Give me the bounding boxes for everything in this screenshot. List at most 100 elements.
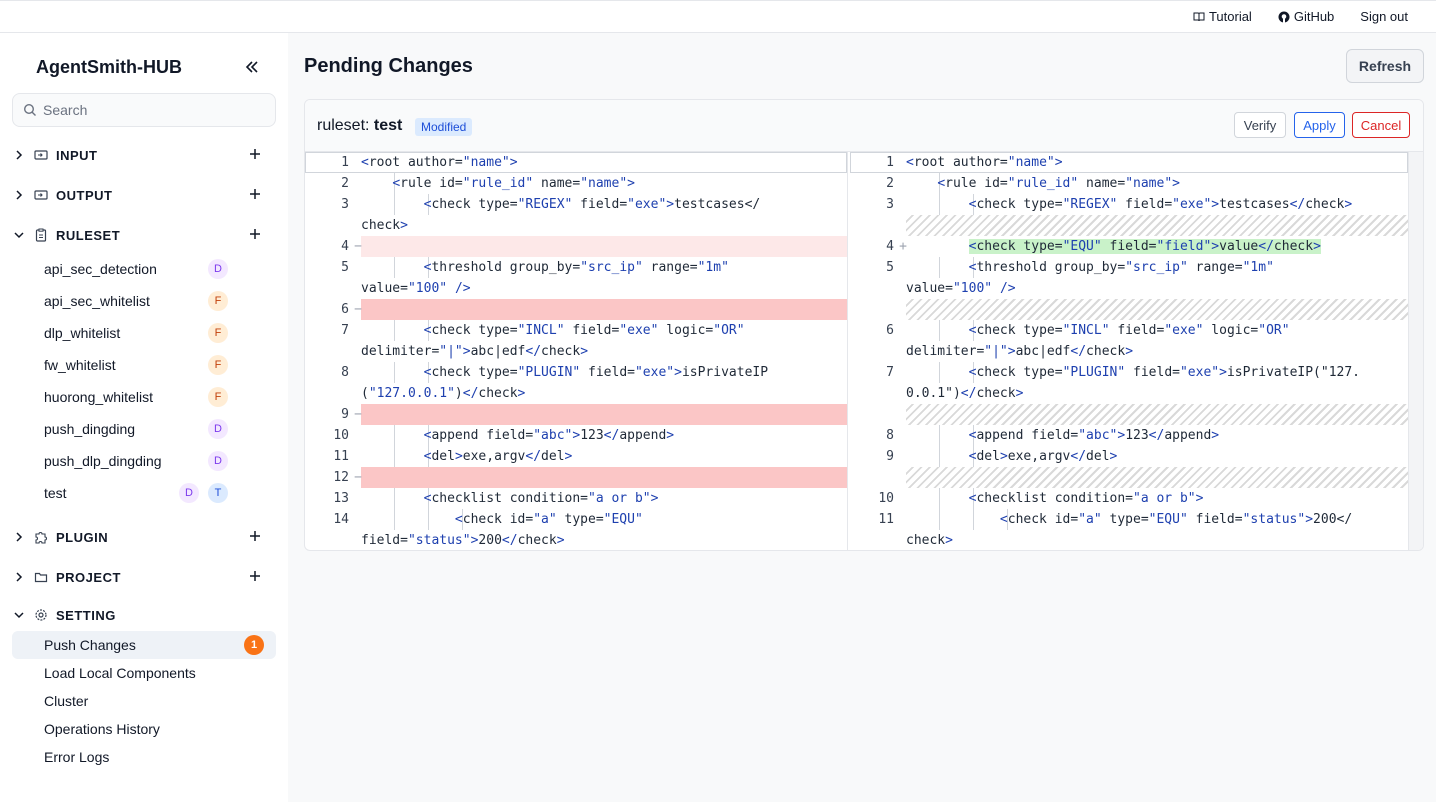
diff-modified-pane[interactable]: 1 <root author="name"> 2 <rule id="rule_id… [850,152,1408,550]
ruleset-item[interactable]: dlp_whitelist F [12,319,276,347]
add-plugin-icon[interactable] [248,529,262,543]
current-line-highlight [305,152,847,173]
section-project-title: PROJECT [56,569,121,585]
input-icon [34,150,48,160]
code-line: <check type="PLUGIN" field="exe">isPriva… [968,365,1361,380]
status-badge: T [208,483,228,503]
ruleset-item-label: dlp_whitelist [44,325,121,341]
setting-item-push-changes[interactable]: Push Changes 1 [12,631,276,659]
code-line: <rule id="rule_id" name="name"> [937,176,1180,191]
ruleset-item[interactable]: fw_whitelist F [12,351,276,379]
section-output[interactable]: OUTPUT [12,181,276,209]
add-input-icon[interactable] [248,147,262,161]
ruleset-item-label: fw_whitelist [44,357,116,373]
search-box[interactable] [12,93,276,127]
section-output-title: OUTPUT [56,187,113,203]
chevron-down-icon [14,232,24,239]
chevron-down-icon [14,612,24,619]
code-line: check> [361,218,408,233]
code-line: <check type="EQU" field="field">value</c… [906,236,1321,257]
section-setting[interactable]: SETTING [12,601,276,629]
code-line: <check type="INCL" field="exe" logic="OR… [968,323,1290,338]
line-number: 12− [305,467,362,488]
code-line: <del>exe,argv</del> [423,449,573,464]
section-project[interactable]: PROJECT [12,563,276,591]
add-ruleset-icon[interactable] [248,227,262,241]
ruleset-item[interactable]: huorong_whitelist F [12,383,276,411]
line-number: 6− [305,299,362,320]
folder-icon [34,572,48,583]
code-line: <checklist condition="a or b"> [968,491,1204,506]
code-line: <threshold group_by="src_ip" range="1m" [968,260,1274,275]
status-badge: D [208,419,228,439]
setting-item-cluster[interactable]: Cluster [12,687,276,715]
line-number: 13 [333,491,349,506]
diff-deleted-row [361,467,847,488]
removed-marker: − [354,470,362,485]
line-number: 11 [878,512,894,527]
code-line: <del>exe,argv</del> [968,449,1118,464]
status-badge: Modified [415,118,473,136]
diff-original-pane[interactable]: 1 <root author="name"> 2 <rule id="rule_id… [305,152,848,550]
removed-marker: − [354,302,362,317]
section-plugin[interactable]: PLUGIN [12,523,276,551]
diff-filler-row [906,215,1408,236]
collapse-sidebar-icon[interactable] [244,59,260,75]
section-ruleset-title: RULESET [56,227,121,243]
removed-marker: − [354,407,362,422]
line-number: 9− [305,404,362,425]
tutorial-link[interactable]: Tutorial [1193,9,1252,24]
code-line: <checklist condition="a or b"> [423,491,659,506]
code-line: <check type="PLUGIN" field="exe">isPriva… [423,365,769,380]
line-number: 7 [341,323,349,338]
code-line: <append field="abc">123</append> [423,428,675,443]
section-ruleset[interactable]: RULESET [12,221,276,249]
setting-item-load-local-components[interactable]: Load Local Components [12,659,276,687]
code-line: <check type="REGEX" field="exe">testcase… [968,197,1353,212]
ruleset-item[interactable]: push_dingding D [12,415,276,443]
setting-item-label: Operations History [44,721,160,737]
ruleset-item-label: api_sec_detection [44,261,157,277]
top-bar: Tutorial GitHub Sign out [0,0,1436,33]
setting-item-label: Error Logs [44,749,110,765]
main-content: Pending Changes Refresh ruleset: test Mo… [288,33,1436,802]
setting-item-operations-history[interactable]: Operations History [12,715,276,743]
code-line: <check id="a" type="EQU" [454,512,643,527]
setting-item-error-logs[interactable]: Error Logs [12,743,276,771]
search-icon [23,103,36,116]
status-badge: F [208,355,228,375]
diff-filler-row [906,467,1408,488]
code-line: <append field="abc">123</append> [968,428,1220,443]
line-number: 4− [305,236,362,257]
ruleset-item[interactable]: api_sec_detection D [12,255,276,283]
status-badge: D [179,483,199,503]
cancel-button[interactable]: Cancel [1352,112,1410,138]
setting-item-label: Load Local Components [44,665,196,681]
verify-button[interactable]: Verify [1234,112,1286,138]
line-number: 9 [886,449,894,464]
sidebar: AgentSmith-HUB INPUT OUTPUT RULESET api_… [0,33,288,802]
apply-button[interactable]: Apply [1294,112,1345,138]
ruleset-item[interactable]: test D T [12,479,276,507]
sign-out-link[interactable]: Sign out [1360,9,1408,24]
section-input[interactable]: INPUT [12,141,276,169]
code-line: delimiter="|">abc|edf</check> [906,344,1134,359]
diff-filler-row [906,299,1408,320]
add-project-icon[interactable] [248,569,262,583]
refresh-button[interactable]: Refresh [1346,49,1424,83]
add-output-icon[interactable] [248,187,262,201]
code-line: 0.0.1")</check> [906,386,1024,401]
setting-item-label: Cluster [44,693,89,709]
ruleset-item[interactable]: api_sec_whitelist F [12,287,276,315]
line-number: 6 [886,323,894,338]
search-input[interactable] [43,102,263,118]
change-title: ruleset: test [317,117,402,135]
status-badge: F [208,291,228,311]
chevron-right-icon [16,572,23,582]
removed-marker: − [354,239,362,254]
line-number: 3 [341,197,349,212]
diff-scrollbar[interactable] [1408,152,1423,550]
code-line: <threshold group_by="src_ip" range="1m" [423,260,729,275]
ruleset-item[interactable]: push_dlp_dingding D [12,447,276,475]
github-link[interactable]: GitHub [1278,9,1334,24]
